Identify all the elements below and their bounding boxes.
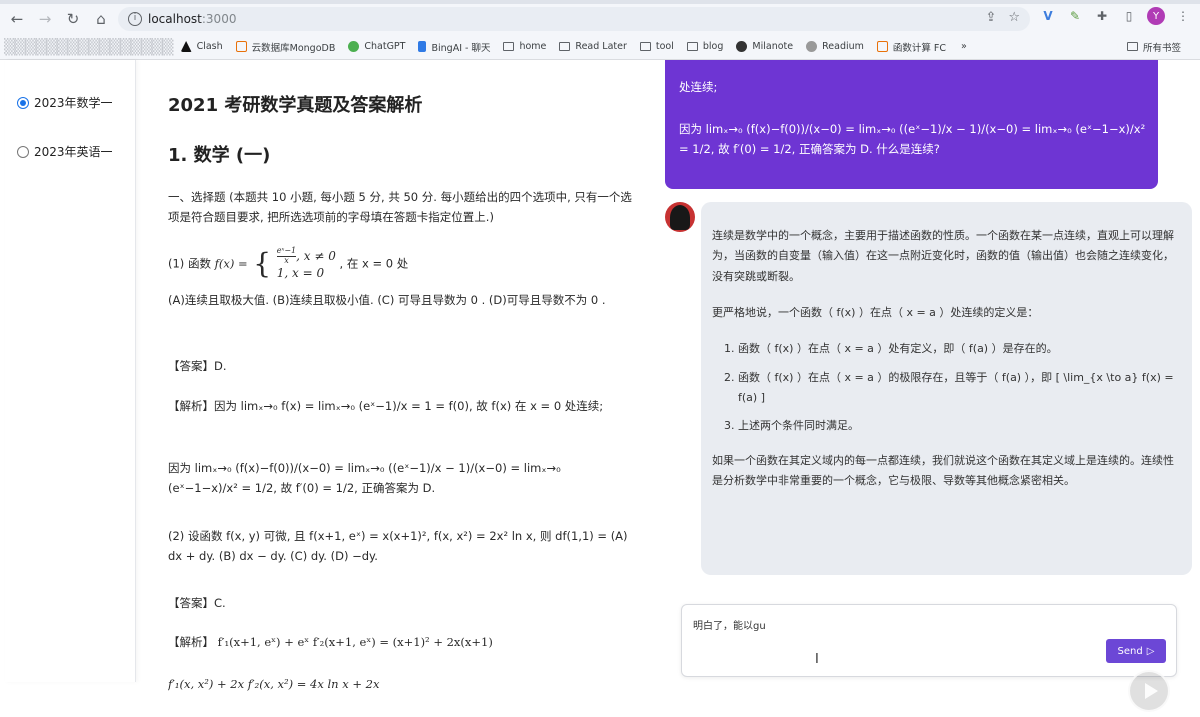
bookmark-readium[interactable]: Readium [806,41,864,52]
question-2-analysis-2: f′₁(x, x²) + 2x f′₂(x, x²) = 4x ln x + 2… [168,677,380,691]
address-bar[interactable]: i localhost:3000 ⇪ ☆ [118,7,1030,31]
browser-menu-icon[interactable]: ⋮ [1174,7,1192,25]
document-title: 2021 考研数学真题及答案解析 [168,95,423,116]
sidebar-item-math-2023[interactable]: 2023年数学一 [17,94,113,111]
bookmarks-more-button[interactable]: » [961,41,967,52]
piecewise-brace: { [253,247,272,280]
question-1-function: f(x) = [214,256,248,271]
exam-document: 2021 考研数学真题及答案解析 1. 数学 (一) 一、选择题 (本题共 10… [168,60,638,717]
section-intro: 一、选择题 (本题共 10 小题, 每小题 5 分, 共 50 分. 每小题给出… [168,190,632,225]
profile-avatar[interactable]: Y [1147,7,1165,25]
folder-icon [639,42,651,51]
send-label: Send [1117,645,1143,657]
bookmark-mongodb[interactable]: 云数据库MongoDB [235,40,335,54]
question-1-suffix: , 在 x = 0 处 [339,256,409,271]
all-bookmarks-folder[interactable]: 所有书签 [1126,40,1181,54]
user-message-line-2: 因为 limₓ→₀ (f(x)−f(0))/(x−0) = limₓ→₀ ((e… [679,122,1146,156]
bookmark-clash[interactable]: Clash [180,41,223,52]
fraction: eˣ−1 x [276,245,297,265]
list-item: 上述两个条件同时满足。 [738,416,1180,436]
overlay-watermark: ▒▒▒▒▒▒▒▒▒▒▒▒▒▒▒▒ [4,37,174,56]
assistant-paragraph-3: 如果一个函数在其定义域内的每一点都连续，我们就说这个函数在其定义域上是连续的。连… [712,453,1174,488]
send-arrow-icon: ▷ [1146,645,1155,657]
cloud-db-icon [235,41,247,52]
bookmark-star-icon[interactable]: ☆ [1008,10,1020,25]
user-message-line-1: 处连续; [679,80,718,94]
extensions-bar: V ✎ ✚ ▯ Y ⋮ [1039,7,1192,25]
bookmark-milanote[interactable]: Milanote [736,41,793,52]
assistant-paragraph-2: 更严格地说，一个函数（ f(x) ）在点（ x = a ）处连续的定义是： [712,306,1039,320]
user-message-bubble: 处连续; 因为 limₓ→₀ (f(x)−f(0))/(x−0) = limₓ→… [665,60,1158,189]
extensions-puzzle-icon[interactable]: ✚ [1093,7,1111,25]
back-icon[interactable]: ← [6,8,28,30]
share-icon[interactable]: ⇪ [985,10,996,25]
bookmark-blog[interactable]: blog [686,41,723,52]
forward-icon[interactable]: → [34,8,56,30]
chat-input-box[interactable]: 明白了，能以gu I Send ▷ [681,604,1177,677]
question-2-answer: 【答案】C. [168,596,226,610]
piecewise-cases: eˣ−1 x , x ≠ 0 1, x = 0 [276,245,336,281]
url-port: :3000 [201,12,237,26]
cloud-function-icon [876,41,888,52]
question-1-answer: 【答案】D. [168,359,227,373]
bookmark-tool[interactable]: tool [639,41,674,52]
question-1-prefix: (1) 函数 [168,256,211,271]
browser-toolbar: ← → ↻ ⌂ i localhost:3000 ⇪ ☆ V ✎ ✚ ▯ Y ⋮ [0,4,1200,34]
home-icon[interactable]: ⌂ [90,8,112,30]
section-heading: 1. 数学 (一) [168,145,271,166]
vue-devtools-icon[interactable]: V [1039,7,1057,25]
video-play-icon[interactable] [1128,670,1170,712]
bookmark-home[interactable]: home [503,41,546,52]
clash-icon [180,41,192,52]
milanote-icon [736,41,748,52]
sidebar-item-english-2023[interactable]: 2023年英语一 [17,143,113,160]
bookmark-chatgpt[interactable]: ChatGPT [348,41,405,52]
folder-icon [1126,42,1138,51]
bookmark-bingai[interactable]: BingAI - 聊天 [418,40,490,54]
side-panel-icon[interactable]: ▯ [1120,7,1138,25]
bookmarks-bar: ▒▒▒▒▒▒▒▒▒▒▒▒▒▒▒▒ Clash 云数据库MongoDB ChatG… [0,34,1200,60]
radio-selected-icon[interactable] [17,96,29,109]
chatgpt-icon [348,41,360,52]
assistant-paragraph-1: 连续是数学中的一个概念，主要用于描述函数的性质。一个函数在某一点连续，直观上可以… [712,229,1174,283]
site-info-icon[interactable]: i [128,12,142,26]
question-1: (1) 函数 f(x) = { eˣ−1 x , x ≠ 0 1, x = 0 … [168,246,634,282]
exam-list-sidebar: 2023年数学一 2023年英语一 [5,60,136,682]
bookmark-read-later[interactable]: Read Later [559,41,627,52]
sidebar-item-label: 2023年数学一 [34,96,113,110]
readium-icon [806,41,818,52]
folder-icon [503,42,515,51]
url-host: localhost [148,12,202,26]
question-1-analysis: 【解析】因为 limₓ→₀ f(x) = limₓ→₀ (eˣ−1)/x = 1… [168,399,604,413]
question-1-analysis-2: 因为 limₓ→₀ (f(x)−f(0))/(x−0) = limₓ→₀ ((e… [168,461,561,496]
radio-unselected-icon[interactable] [17,145,29,158]
question-1-options: (A)连续且取极大值. (B)连续且取极小值. (C) 可导且导数为 0 . (… [168,293,606,307]
folder-icon [559,42,571,51]
bookmark-fc[interactable]: 函数计算 FC [876,40,946,54]
send-button[interactable]: Send ▷ [1106,639,1166,663]
translate-extension-icon[interactable]: ✎ [1066,7,1084,25]
list-item: 函数（ f(x) ）在点（ x = a ）处有定义，即（ f(a) ）是存在的。 [738,339,1180,359]
sidebar-item-label: 2023年英语一 [34,145,113,159]
chat-input-text[interactable]: 明白了，能以gu [693,617,766,632]
assistant-avatar [665,202,695,232]
reload-icon[interactable]: ↻ [62,8,84,30]
assistant-definition-list: 函数（ f(x) ）在点（ x = a ）处有定义，即（ f(a) ）是存在的。… [738,339,1180,436]
text-cursor-icon: I [815,652,819,667]
bing-icon [418,41,427,52]
question-2-analysis: 【解析】 f′₁(x+1, eˣ) + eˣ f′₂(x+1, eˣ) = (x… [168,635,493,649]
assistant-message-bubble: 连续是数学中的一个概念，主要用于描述函数的性质。一个函数在某一点连续，直观上可以… [701,202,1192,575]
question-2: (2) 设函数 f(x, y) 可微, 且 f(x+1, eˣ) = x(x+1… [168,529,628,564]
folder-icon [686,42,698,51]
list-item: 函数（ f(x) ）在点（ x = a ）的极限存在，且等于（ f(a) ），即… [738,368,1180,409]
